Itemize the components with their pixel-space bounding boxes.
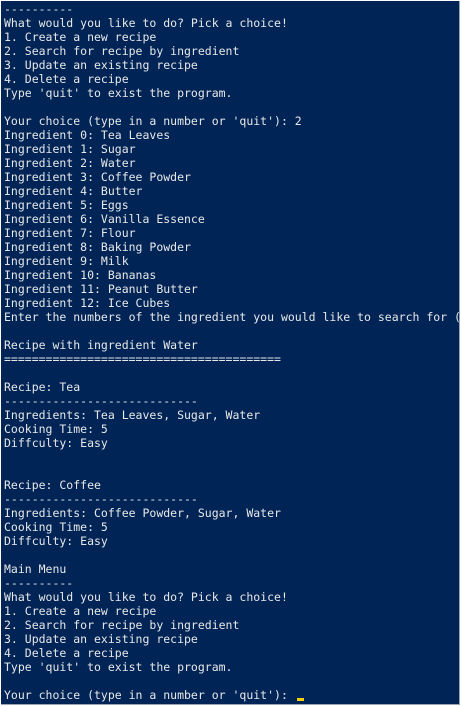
terminal-line: ======================================== — [4, 352, 281, 366]
terminal-line: Type 'quit' to exist the program. — [4, 660, 233, 674]
terminal-line: 3. Update an existing recipe — [4, 632, 198, 646]
terminal-line: 1. Create a new recipe — [4, 604, 157, 618]
terminal-line: Ingredient 6: Vanilla Essence — [4, 212, 205, 226]
terminal-line: Ingredient 7: Flour — [4, 226, 136, 240]
terminal-line: 1. Create a new recipe — [4, 30, 157, 44]
terminal-line: 2. Search for recipe by ingredient — [4, 618, 240, 632]
terminal-line: What would you like to do? Pick a choice… — [4, 16, 288, 30]
terminal-line: Ingredient 4: Butter — [4, 184, 143, 198]
terminal-line: Recipe: Coffee — [4, 478, 101, 492]
terminal-line: ---------------------------- — [4, 394, 198, 408]
terminal-line: Your choice (type in a number or 'quit')… — [4, 114, 302, 128]
terminal-line: Type 'quit' to exist the program. — [4, 86, 233, 100]
terminal-line: Ingredient 2: Water — [4, 156, 136, 170]
terminal-line: Ingredients: Tea Leaves, Sugar, Water — [4, 408, 261, 422]
terminal-line: Ingredient 11: Peanut Butter — [4, 282, 198, 296]
terminal-line: 4. Delete a recipe — [4, 72, 129, 86]
terminal-line: Cooking Time: 5 — [4, 422, 108, 436]
terminal-line: 3. Update an existing recipe — [4, 58, 198, 72]
terminal-line: What would you like to do? Pick a choice… — [4, 590, 288, 604]
terminal-line: Diffculty: Easy — [4, 436, 108, 450]
terminal-line: ---------- — [4, 2, 74, 16]
terminal-line: Diffculty: Easy — [4, 534, 108, 548]
terminal-line: Ingredients: Coffee Powder, Sugar, Water — [4, 506, 281, 520]
terminal-line: ---------- — [4, 576, 74, 590]
terminal-line: Ingredient 9: Milk — [4, 254, 129, 268]
terminal-line: Recipe with ingredient Water — [4, 338, 198, 352]
terminal-line: Enter the numbers of the ingredient you … — [4, 310, 459, 324]
terminal-window[interactable]: ---------- What would you like to do? Pic… — [1, 1, 460, 705]
terminal-line: Cooking Time: 5 — [4, 520, 108, 534]
terminal-line: Ingredient 3: Coffee Powder — [4, 170, 191, 184]
terminal-line: 4. Delete a recipe — [4, 646, 129, 660]
prompt-line: Your choice (type in a number or 'quit')… — [4, 688, 459, 702]
terminal-line: Main Menu — [4, 562, 67, 576]
terminal-line: Ingredient 12: Ice Cubes — [4, 296, 171, 310]
terminal-line: ---------------------------- — [4, 492, 198, 506]
terminal-line: Ingredient 0: Tea Leaves — [4, 128, 171, 142]
terminal-line: Ingredient 8: Baking Powder — [4, 240, 191, 254]
terminal-output: ---------- What would you like to do? Pic… — [4, 2, 459, 702]
terminal-line: Ingredient 1: Sugar — [4, 142, 136, 156]
terminal-line: Ingredient 10: Bananas — [4, 268, 157, 282]
terminal-line: Ingredient 5: Eggs — [4, 198, 129, 212]
terminal-line: Recipe: Tea — [4, 380, 81, 394]
terminal-line: 2. Search for recipe by ingredient — [4, 44, 240, 58]
text-cursor — [296, 698, 304, 701]
